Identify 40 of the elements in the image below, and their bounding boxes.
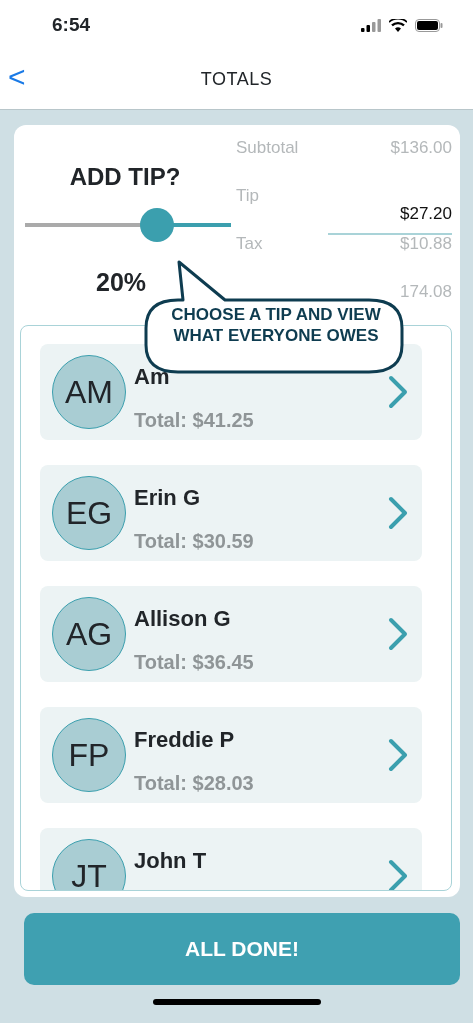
battery-icon [415,18,443,32]
person-name: Freddie P [134,726,236,754]
person-row[interactable]: FP Freddie P Total: $28.03 [40,707,422,803]
chevron-icon [388,375,408,409]
person-row[interactable]: JT John T [40,828,422,890]
back-button[interactable]: < [8,62,26,92]
person-total: Total: $30.59 [134,529,255,554]
summary-value: $10.88 [400,233,452,255]
summary-value: $136.00 [390,137,452,159]
person-total: Total: $36.45 [134,650,255,675]
chevron-icon [388,859,408,890]
chevron-icon [388,617,408,651]
initials-avatar: JT [52,839,126,890]
summary-label: Tax [236,233,263,255]
wifi-icon [389,18,407,32]
summary-label: Tip [236,185,259,207]
status-time: 6:54 [52,12,91,37]
initials-avatar: AG [52,597,126,671]
person-name: Erin G [134,484,201,512]
person-total: Total: $41.25 [134,408,255,433]
person-name: Am [134,363,171,391]
initials-avatar: EG [52,476,126,550]
chevron-icon [388,496,408,530]
summary-value: 174.08 [400,281,452,303]
slider-thumb[interactable] [139,208,174,242]
tip-heading: ADD TIP? [68,162,182,192]
person-row[interactable]: EG Erin G Total: $30.59 [40,465,422,561]
initials-avatar: FP [52,718,126,792]
summary-label: Subtotal [236,137,299,159]
signal-icon [361,18,381,32]
screen-title: TOTALS [200,68,273,91]
person-name: John T [134,847,208,875]
person-total: Total: $28.03 [134,771,255,796]
tip-percent: 20% [96,267,147,298]
person-row[interactable]: AG Allison G Total: $36.45 [40,586,422,682]
initials-avatar: AM [52,355,126,429]
chevron-icon [388,738,408,772]
tooltip-text: CHOOSE A TIP AND VIEW WHAT EVERYONE OWES [171,304,381,346]
tip-amount-field[interactable]: $27.20 [328,201,452,235]
person-name: Allison G [134,605,232,633]
